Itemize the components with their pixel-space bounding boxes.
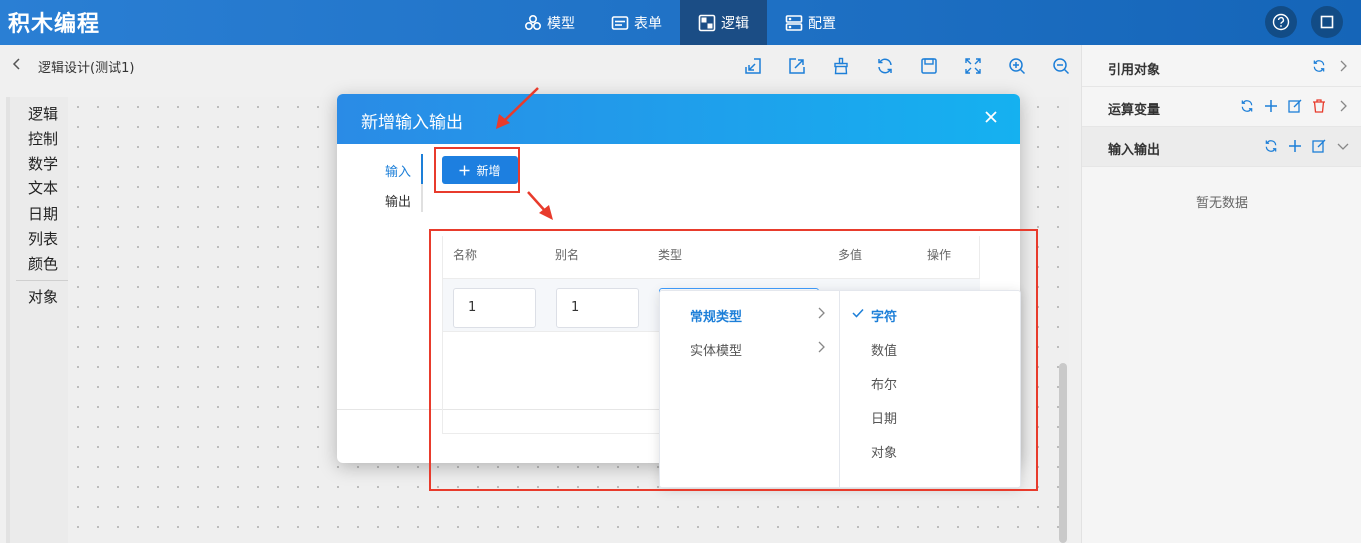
main-nav: 模型 表单 逻辑 配置 [506,0,854,45]
refresh-icon[interactable] [1310,57,1328,75]
chevron-left-icon [12,58,20,70]
dialog-header: 新增输入输出 [337,94,1020,144]
chevron-right-icon[interactable] [1334,57,1352,75]
category-date[interactable]: 日期 [28,203,58,224]
edit-icon[interactable] [1310,137,1328,155]
category-color[interactable]: 颜色 [28,253,58,274]
category-object[interactable]: 对象 [28,286,58,307]
zoom-out-button[interactable] [1050,55,1072,77]
export-icon [789,58,805,74]
help-button[interactable] [1265,6,1297,38]
category-divider [16,280,72,281]
tab-input[interactable]: 输入 [385,161,411,180]
zoom-out-icon [1053,58,1070,75]
close-icon[interactable] [982,108,1000,126]
annotation-box-add-button [434,147,520,193]
chevron-down-icon[interactable] [1334,137,1352,155]
category-control[interactable]: 控制 [28,128,58,149]
back-button[interactable] [12,57,22,75]
section-reference-objects[interactable]: 引用对象 [1082,47,1361,87]
top-bar: 积木编程 模型 表单 逻辑 配置 [0,0,1361,45]
canvas-scrollbar[interactable] [1059,363,1067,543]
section-input-output[interactable]: 输入输出 [1082,127,1361,167]
zoom-in-button[interactable] [1006,55,1028,77]
logic-icon [698,14,716,31]
window-button[interactable] [1311,6,1343,38]
form-icon [611,15,629,30]
category-logic[interactable]: 逻辑 [28,103,58,124]
export-button[interactable] [786,55,808,77]
section-variables[interactable]: 运算变量 [1082,87,1361,127]
category-text[interactable]: 文本 [28,177,58,198]
right-panel: 引用对象 运算变量 输入输出 暂无数据 [1081,45,1361,543]
config-icon [785,14,803,31]
fit-icon [965,58,981,74]
chevron-right-icon[interactable] [1334,97,1352,115]
refresh-button[interactable] [874,55,896,77]
nav-label: 表单 [634,15,662,32]
category-math[interactable]: 数学 [28,153,58,174]
import-button[interactable] [742,55,764,77]
refresh-icon[interactable] [1262,137,1280,155]
annotation-box-row-and-cascader [429,229,1038,491]
plus-icon[interactable] [1262,97,1280,115]
section-title: 引用对象 [1108,63,1161,78]
nav-item-logic[interactable]: 逻辑 [680,0,767,45]
category-list[interactable]: 列表 [28,228,58,249]
block-categories: 逻辑 控制 数学 文本 日期 列表 颜色 对象 [6,97,72,543]
clean-button[interactable] [830,55,852,77]
refresh-icon [878,58,892,74]
dialog-title: 新增输入输出 [361,113,463,133]
import-icon [745,58,761,74]
section-title: 输入输出 [1108,143,1161,158]
fit-button[interactable] [962,55,984,77]
section-title: 运算变量 [1108,103,1161,118]
edit-icon[interactable] [1286,97,1304,115]
zoom-in-icon [1009,58,1026,75]
nav-label: 配置 [808,15,836,32]
delete-icon[interactable] [1310,97,1328,115]
plus-icon[interactable] [1286,137,1304,155]
top-right-actions [1265,6,1343,38]
nav-item-model[interactable]: 模型 [506,0,593,45]
save-button[interactable] [918,55,940,77]
refresh-icon[interactable] [1238,97,1256,115]
app-brand: 积木编程 [8,12,101,37]
tab-active-indicator [421,154,423,184]
save-icon [921,58,937,74]
square-icon [1320,15,1334,29]
nav-item-form[interactable]: 表单 [593,0,680,45]
tab-output[interactable]: 输出 [385,191,411,210]
empty-text: 暂无数据 [1195,196,1248,211]
help-icon [1272,13,1290,31]
canvas-tools [742,55,1072,77]
nav-item-config[interactable]: 配置 [767,0,854,45]
sub-toolbar: 逻辑设计(测试1) [0,45,1081,87]
nav-label: 逻辑 [721,15,749,32]
model-icon [524,14,542,30]
clean-icon [834,57,848,75]
nav-label: 模型 [547,15,575,32]
breadcrumb: 逻辑设计(测试1) [38,61,135,76]
